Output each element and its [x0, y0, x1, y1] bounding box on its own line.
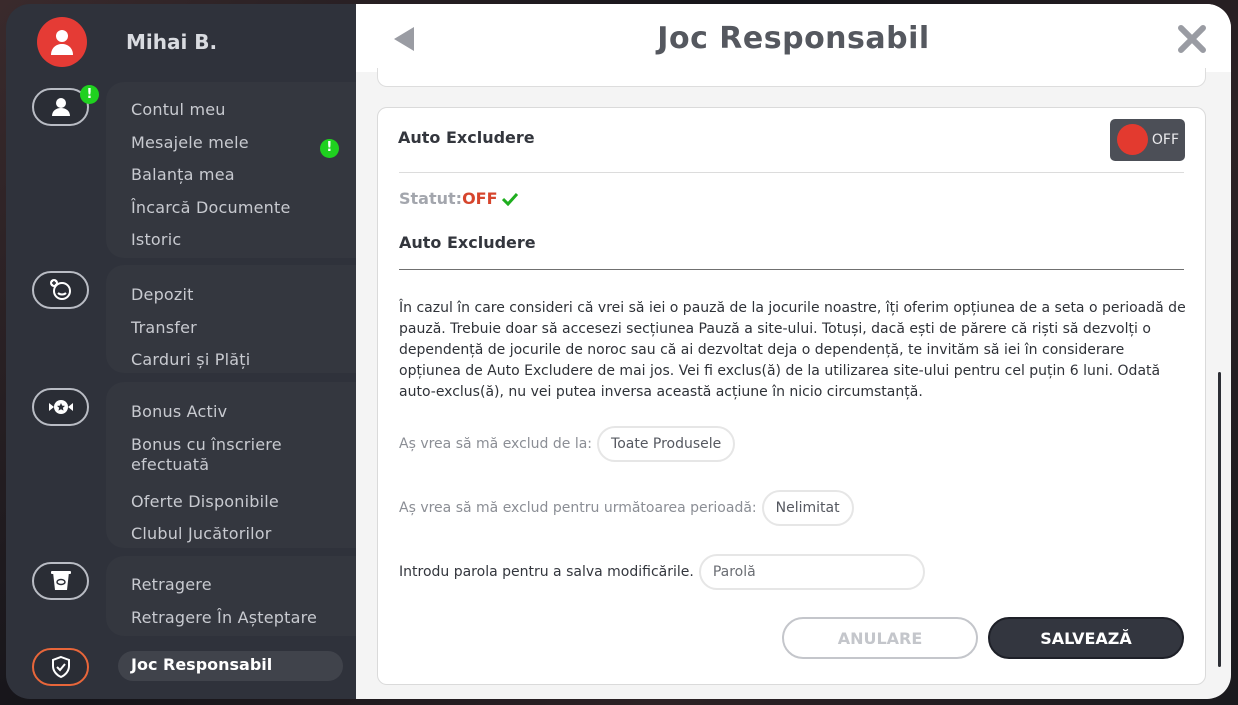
self-exclusion-toggle[interactable]: OFF [1110, 119, 1185, 161]
account-modal: Mihai B. ! Contul meu Mesajele mele! Bal… [6, 4, 1231, 699]
status-value: OFF [462, 189, 498, 208]
main-content: Joc Responsabil Auto Excludere OFF Statu… [356, 4, 1231, 699]
exclude-from-label: Aș vrea să mă exclud de la: [399, 436, 593, 452]
period-select[interactable]: Nelimitat [761, 490, 854, 526]
sidebar-item-oferte-disponibile[interactable]: Oferte Disponibile [131, 487, 356, 520]
status-label: Statut: [399, 189, 463, 208]
section-divider [399, 269, 1184, 270]
sidebar-item-bonus-activ[interactable]: Bonus Activ [131, 397, 356, 430]
sidebar-item-retragere-asteptare[interactable]: Retragere În Așteptare [131, 603, 356, 636]
sidebar-item-balanta-mea[interactable]: Balanța mea [131, 160, 356, 193]
description-text: În cazul în care consideri că vrei să ie… [399, 300, 1186, 400]
self-exclusion-card: Auto Excludere OFF Statut: OFF Auto Excl… [377, 107, 1206, 685]
sidebar-item-clubul-jucatorilor[interactable]: Clubul Jucătorilor [131, 519, 356, 552]
toggle-label: OFF [1151, 132, 1179, 148]
user-icon [51, 30, 73, 55]
status-line: Statut: OFF [399, 189, 518, 208]
bonus-candy-icon [48, 400, 73, 414]
password-input[interactable] [698, 554, 925, 590]
sidebar-item-incarca-documente[interactable]: Încarcă Documente [131, 193, 356, 226]
sidebar: Mihai B. ! Contul meu Mesajele mele! Bal… [6, 4, 356, 699]
avatar[interactable] [37, 17, 87, 67]
header-bar: Joc Responsabil [356, 4, 1231, 72]
checkmark-icon [501, 192, 518, 206]
toggle-knob [1117, 124, 1148, 155]
account-alert-badge: ! [80, 85, 99, 104]
exclude-from-row: Aș vrea să mă exclud de la: Toate Produs… [399, 426, 736, 462]
username: Mihai B. [126, 30, 218, 54]
divider [399, 172, 1184, 173]
bonus-group-icon[interactable] [32, 388, 89, 426]
sidebar-item-depozit[interactable]: Depozit [131, 280, 356, 313]
password-row: Introdu parola pentru a salva modificări… [399, 554, 925, 590]
sidebar-item-istoric[interactable]: Istoric [131, 225, 356, 258]
sidebar-item-joc-responsabil-label: Joc Responsabil [131, 655, 273, 674]
sidebar-item-transfer[interactable]: Transfer [131, 313, 356, 346]
save-button[interactable]: SALVEAZĂ [988, 617, 1184, 659]
sidebar-header: Mihai B. [6, 4, 356, 80]
deposit-group-icon[interactable] [32, 271, 89, 309]
period-label: Aș vrea să mă exclud pentru următoarea p… [399, 500, 757, 516]
sidebar-item-retragere[interactable]: Retragere [131, 570, 356, 603]
shield-check-icon [51, 655, 70, 679]
period-row: Aș vrea să mă exclud pentru următoarea p… [399, 490, 854, 526]
deposit-icon [49, 279, 71, 300]
sidebar-item-carduri-plati[interactable]: Carduri și Plăți [131, 345, 356, 378]
cancel-button[interactable]: ANULARE [782, 617, 978, 659]
page-title: Joc Responsabil [657, 20, 930, 56]
back-arrow-icon[interactable] [392, 26, 416, 52]
section-title: Auto Excludere [399, 233, 536, 252]
scrollbar[interactable] [1218, 372, 1221, 667]
nav-group-payments: Depozit Transfer Carduri și Plăți [24, 265, 356, 373]
sidebar-item-contul-meu[interactable]: Contul meu [131, 95, 356, 128]
person-icon [51, 98, 70, 116]
nav-group-withdraw: Retragere Retragere În Așteptare [24, 556, 356, 636]
password-label: Introdu parola pentru a salva modificări… [399, 564, 694, 580]
close-icon[interactable] [1177, 24, 1207, 54]
nav-group-bonus: Bonus Activ Bonus cu înscriere efectuată… [24, 382, 356, 548]
previous-card-edge [377, 68, 1206, 87]
responsible-group-icon[interactable] [32, 648, 89, 686]
exclude-from-select[interactable]: Toate Produsele [597, 426, 736, 462]
withdraw-group-icon[interactable] [32, 562, 89, 600]
card-title: Auto Excludere [398, 128, 535, 147]
messages-alert-badge: ! [320, 138, 339, 158]
sidebar-item-mesajele-mele[interactable]: Mesajele mele! [131, 128, 356, 161]
sidebar-item-bonus-inscriere[interactable]: Bonus cu înscriere efectuată [131, 430, 356, 487]
withdraw-cup-icon [50, 571, 71, 590]
nav-group-account: ! Contul meu Mesajele mele! Balanța mea … [24, 82, 356, 258]
